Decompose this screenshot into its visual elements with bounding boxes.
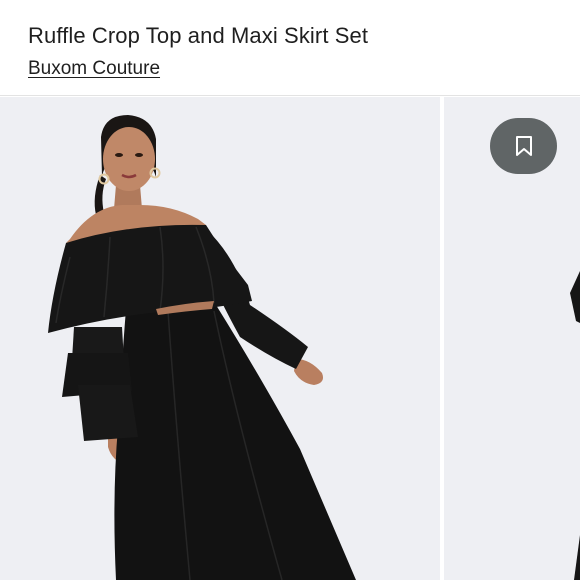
bookmark-icon bbox=[515, 136, 532, 156]
sleeve-left-tier3 bbox=[78, 385, 138, 441]
partial-sleeve bbox=[570, 271, 580, 323]
product-image[interactable] bbox=[0, 97, 440, 580]
face bbox=[103, 127, 155, 191]
model-photo bbox=[48, 115, 357, 580]
save-button[interactable] bbox=[490, 118, 557, 174]
brand-link[interactable]: Buxom Couture bbox=[28, 58, 160, 80]
listing-header: Ruffle Crop Top and Maxi Skirt Set Buxom… bbox=[0, 0, 580, 96]
partial-skirt bbox=[574, 535, 580, 580]
image-gallery[interactable] bbox=[0, 97, 580, 580]
maxi-skirt bbox=[114, 303, 357, 580]
listing-title: Ruffle Crop Top and Maxi Skirt Set bbox=[28, 23, 369, 48]
